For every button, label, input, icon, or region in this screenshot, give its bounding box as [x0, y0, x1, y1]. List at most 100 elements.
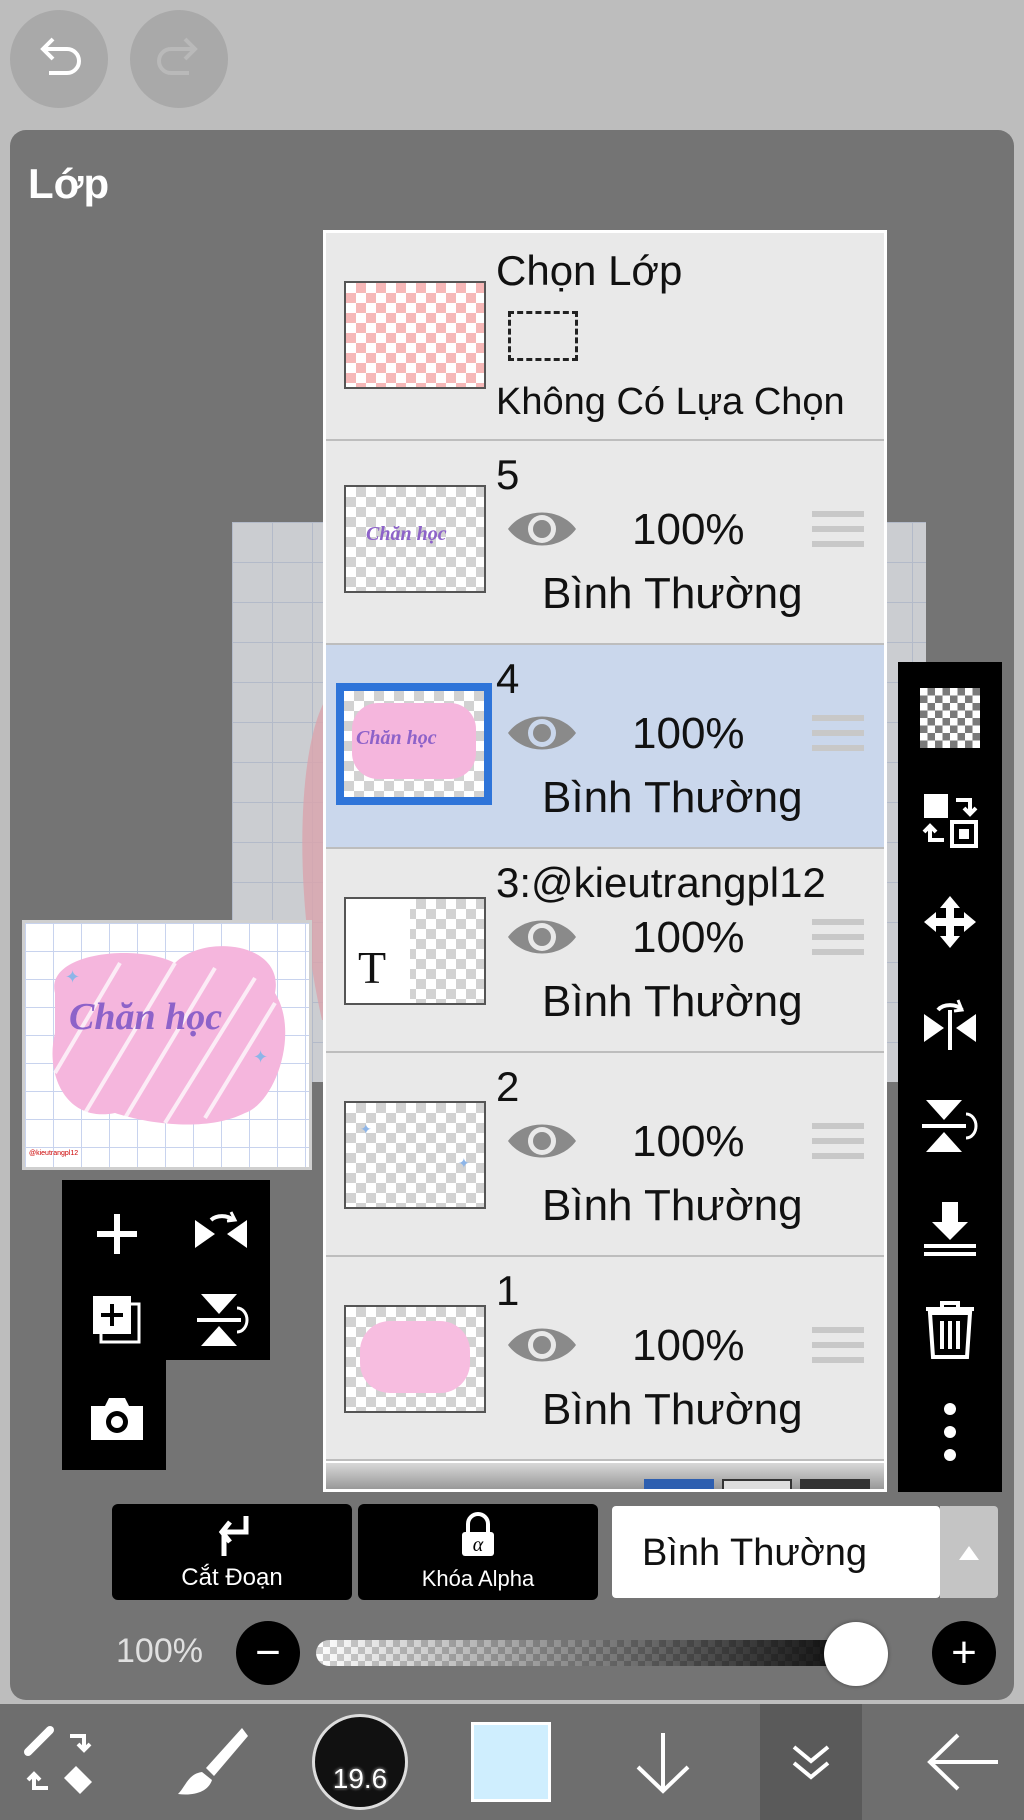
- layer-thumbnail-text: Chăn học: [356, 727, 437, 749]
- merge-down-button[interactable]: [898, 1186, 1002, 1270]
- flip-horizontal-button[interactable]: [176, 1194, 266, 1274]
- scroll-down-button[interactable]: [618, 1704, 708, 1820]
- layer-thumbnail-text: Chăn học: [366, 523, 447, 545]
- transform-eraser-button[interactable]: [12, 1704, 108, 1820]
- add-layer-button[interactable]: [72, 1194, 162, 1274]
- layer-name: 2: [496, 1063, 520, 1110]
- swap-button[interactable]: [898, 778, 1002, 862]
- copy-layer-icon: [93, 1296, 141, 1344]
- preview-text: Chăn học: [69, 996, 222, 1038]
- layer-name: 4: [496, 655, 520, 702]
- layer-thumbnail: ✦ ✦: [344, 1101, 486, 1209]
- swap-icon: [922, 794, 978, 848]
- opacity-slider-handle[interactable]: [824, 1622, 889, 1686]
- alpha-lock-label: Khóa Alpha: [421, 1566, 535, 1591]
- trash-icon: [926, 1301, 974, 1359]
- clipping-button[interactable]: Cắt Đoạn: [112, 1504, 352, 1600]
- drag-handle-icon[interactable]: [812, 1327, 864, 1372]
- drag-handle-icon[interactable]: [812, 919, 864, 964]
- merge-down-icon: [924, 1202, 976, 1256]
- lock-icon: α: [462, 1512, 494, 1556]
- camera-icon: [91, 1398, 143, 1440]
- color-swatch: [471, 1722, 551, 1802]
- flip-vertical-icon: [197, 1294, 249, 1346]
- flip-vertical-icon: [922, 1100, 978, 1152]
- opacity-increase-button[interactable]: +: [932, 1621, 996, 1685]
- blend-mode-value: Bình Thường: [642, 1532, 868, 1574]
- layer-opacity: 100%: [632, 709, 745, 758]
- blend-mode-select[interactable]: Bình Thường: [612, 1506, 940, 1598]
- layer-name: 1: [496, 1267, 520, 1314]
- layer-name: 3:@kieutrangpl12: [496, 859, 826, 906]
- transparency-button[interactable]: [898, 676, 1002, 760]
- layer-opacity: 100%: [632, 1321, 745, 1370]
- redo-button[interactable]: [130, 10, 228, 108]
- selection-status: Không Có Lựa Chọn: [496, 381, 845, 423]
- layer-row-selected[interactable]: Chăn học 4 100% Bình Thường: [326, 645, 884, 849]
- drag-handle-icon[interactable]: [812, 715, 864, 760]
- layer-opacity: 100%: [632, 505, 745, 554]
- selection-layer-row[interactable]: Chọn Lớp Không Có Lựa Chọn: [326, 233, 884, 441]
- layer-list[interactable]: Chọn Lớp Không Có Lựa Chọn Chăn học 5 10…: [323, 230, 887, 1492]
- delete-layer-button[interactable]: [898, 1288, 1002, 1372]
- brush-tool-button[interactable]: [164, 1704, 260, 1820]
- opacity-value: 100%: [116, 1632, 203, 1670]
- list-scroll-edge: [326, 1463, 884, 1489]
- drag-handle-icon[interactable]: [812, 511, 864, 556]
- layer-opacity: 100%: [632, 913, 745, 962]
- more-button[interactable]: [898, 1390, 1002, 1474]
- layer-blend-mode: Bình Thường: [542, 1385, 803, 1434]
- triangle-up-icon: [959, 1546, 979, 1560]
- text-layer-glyph: T: [358, 942, 387, 993]
- undo-button[interactable]: [10, 10, 108, 108]
- redo-icon: [157, 37, 198, 75]
- opacity-decrease-button[interactable]: −: [236, 1621, 300, 1685]
- flip-vertical-button[interactable]: [898, 1084, 1002, 1168]
- layer-blend-mode: Bình Thường: [542, 569, 803, 618]
- layer-row[interactable]: Chăn học 5 100% Bình Thường: [326, 441, 884, 645]
- back-button[interactable]: [914, 1704, 1014, 1820]
- panel-title: Lớp: [28, 160, 110, 207]
- collapse-button[interactable]: [760, 1704, 862, 1820]
- layer-thumbnail: Chăn học: [336, 683, 492, 805]
- arrow-down-icon: [636, 1733, 690, 1794]
- visibility-eye-icon[interactable]: [506, 1321, 578, 1369]
- move-icon: [924, 896, 976, 948]
- flip-horizontal-icon: [195, 1211, 247, 1248]
- visibility-eye-icon[interactable]: [506, 709, 578, 757]
- clipping-arrow-icon: [218, 1516, 249, 1556]
- opacity-slider[interactable]: [316, 1640, 882, 1666]
- selection-marquee-icon: [508, 311, 578, 361]
- canvas-preview[interactable]: Chăn học ✦ ✦ @kieutrangpl12: [22, 920, 312, 1170]
- selection-layer-name: Chọn Lớp: [496, 247, 683, 294]
- alpha-lock-button[interactable]: α Khóa Alpha: [358, 1504, 598, 1600]
- flip-horizontal-icon: [924, 999, 976, 1050]
- layer-name: 5: [496, 451, 520, 498]
- undo-icon: [40, 37, 81, 75]
- layer-row[interactable]: ✦ ✦ 2 100% Bình Thường: [326, 1053, 884, 1257]
- right-toolbar: [898, 662, 1002, 1492]
- camera-button[interactable]: [72, 1378, 162, 1458]
- minus-icon: −: [255, 1628, 281, 1677]
- preview-watermark: @kieutrangpl12: [29, 1150, 78, 1157]
- bottom-toolbar: 19.6: [0, 1704, 1024, 1820]
- visibility-eye-icon[interactable]: [506, 1117, 578, 1165]
- brush-size-icon: 19.6: [312, 1714, 408, 1810]
- transparency-icon: [920, 688, 980, 748]
- layer-row[interactable]: T 3:@kieutrangpl12 100% Bình Thường: [326, 849, 884, 1053]
- brush-size-button[interactable]: 19.6: [308, 1704, 412, 1820]
- visibility-eye-icon[interactable]: [506, 505, 578, 553]
- clipping-label: Cắt Đoạn: [181, 1564, 283, 1591]
- flip-horizontal-button[interactable]: [898, 982, 1002, 1066]
- more-icon: [944, 1403, 956, 1461]
- drag-handle-icon[interactable]: [812, 1123, 864, 1168]
- blend-mode-dropdown-button[interactable]: [940, 1506, 998, 1598]
- svg-text:α: α: [473, 1534, 484, 1556]
- layer-opacity: 100%: [632, 1117, 745, 1166]
- flip-vertical-button[interactable]: [176, 1280, 266, 1360]
- copy-layer-button[interactable]: [72, 1280, 162, 1360]
- visibility-eye-icon[interactable]: [506, 913, 578, 961]
- layer-row[interactable]: 1 100% Bình Thường: [326, 1257, 884, 1461]
- move-button[interactable]: [898, 880, 1002, 964]
- color-button[interactable]: [466, 1704, 556, 1820]
